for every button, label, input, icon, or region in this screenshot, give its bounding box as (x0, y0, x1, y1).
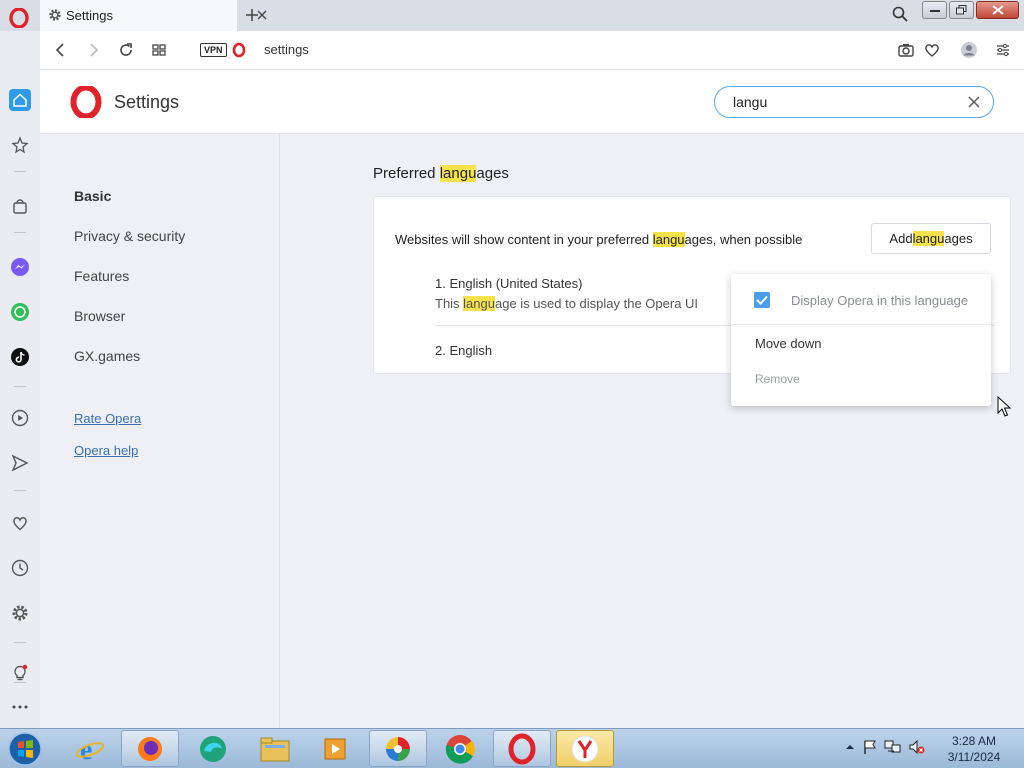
language-item-1-note: This language is used to display the Ope… (435, 296, 699, 311)
language-item-1: 1. English (United States) (435, 276, 583, 291)
taskbar-clock[interactable]: 3:28 AM 3/11/2024 (944, 733, 1004, 765)
internet-explorer-icon: e (75, 735, 105, 765)
show-hidden-icons-icon[interactable] (844, 741, 856, 753)
opera-menu-icon[interactable] (9, 8, 29, 28)
picasa-icon (386, 736, 410, 761)
player-icon[interactable] (9, 407, 31, 429)
action-center-flag-icon[interactable] (862, 739, 878, 755)
forward-icon[interactable] (84, 41, 102, 59)
yandex-icon (571, 735, 599, 762)
page-title: Settings (114, 92, 180, 112)
chrome-icon (445, 734, 475, 764)
maximize-button[interactable] (949, 1, 974, 19)
tab-settings[interactable]: Settings (40, 0, 267, 31)
tab-title: Settings (66, 8, 113, 23)
camera-icon[interactable] (897, 41, 915, 59)
volume-muted-icon[interactable] (908, 739, 926, 755)
checkmark-icon (756, 295, 768, 305)
start-button-icon[interactable] (6, 731, 44, 767)
svg-text:e: e (80, 735, 92, 765)
languages-description: Websites will show content in your prefe… (395, 232, 803, 247)
taskbar-internet-explorer[interactable]: e (61, 730, 119, 767)
display-language-checkbox[interactable] (754, 292, 770, 308)
opera-taskbar-icon (508, 733, 536, 764)
tab-strip: Settings (0, 0, 1024, 31)
settings-nav: Basic Privacy & security Features Browse… (40, 134, 280, 728)
tiktok-icon[interactable] (9, 346, 31, 368)
heart-icon[interactable] (923, 41, 941, 59)
taskbar-file-explorer[interactable] (246, 730, 304, 767)
close-window-button[interactable] (976, 1, 1019, 19)
bookmarks-icon[interactable] (9, 134, 31, 156)
nav-item-browser[interactable]: Browser (74, 308, 125, 324)
shopping-icon[interactable] (9, 195, 31, 217)
folder-icon (260, 737, 290, 761)
taskbar-firefox[interactable] (121, 730, 179, 767)
messenger-icon[interactable] (9, 256, 31, 278)
search-tabs-icon[interactable] (891, 5, 909, 23)
edge-icon (200, 735, 226, 762)
section-title: Preferred languages (373, 165, 509, 182)
search-input[interactable] (733, 93, 953, 111)
taskbar-media-player[interactable] (307, 730, 365, 767)
new-tab-icon[interactable] (243, 6, 261, 24)
nav-item-gx-games[interactable]: GX.games (74, 348, 140, 364)
add-languages-button[interactable]: Add langu ages (871, 223, 991, 254)
speed-dial-icon[interactable] (150, 41, 168, 59)
menu-item-display-in-language[interactable]: Display Opera in this language (791, 293, 968, 308)
nav-item-privacy-security[interactable]: Privacy & security (74, 228, 185, 244)
home-icon[interactable] (9, 89, 31, 111)
whatsapp-icon[interactable] (9, 301, 31, 323)
reload-icon[interactable] (117, 41, 135, 59)
minimize-icon (929, 10, 940, 12)
minimize-button[interactable] (922, 1, 947, 19)
lightbulb-icon[interactable] (9, 662, 31, 684)
language-item-2: 2. English (435, 343, 493, 358)
clear-search-icon[interactable] (967, 95, 981, 109)
browser-sidebar (0, 31, 40, 728)
nav-item-basic[interactable]: Basic (74, 188, 111, 204)
taskbar-opera[interactable] (493, 730, 551, 767)
settings-header: Settings (40, 70, 1024, 134)
clock-date: 3/11/2024 (947, 750, 1001, 764)
easy-setup-icon[interactable] (994, 41, 1012, 59)
taskbar-yandex[interactable] (556, 730, 614, 767)
settings-search-box (714, 86, 994, 118)
history-icon[interactable] (9, 557, 31, 579)
pinboard-heart-icon[interactable] (9, 512, 31, 534)
rate-opera-link[interactable]: Rate Opera (74, 411, 141, 426)
menu-item-move-down[interactable]: Move down (755, 336, 821, 351)
address-bar-row: VPN settings (40, 31, 1024, 70)
mouse-cursor-icon (997, 396, 1011, 417)
taskbar: e 3:28 AM 3/11/2024 (0, 728, 1024, 768)
more-icon[interactable] (9, 696, 31, 718)
system-tray (844, 739, 926, 755)
language-context-menu: Display Opera in this language Move down… (731, 274, 991, 406)
media-player-icon (324, 738, 346, 759)
restore-icon (956, 5, 967, 15)
settings-main: Preferred languages Websites will show c… (281, 134, 1024, 728)
network-icon[interactable] (884, 739, 902, 755)
profile-icon[interactable] (960, 41, 978, 59)
clock-time: 3:28 AM (951, 734, 997, 748)
close-window-icon (991, 5, 1004, 15)
window-controls (922, 1, 1019, 19)
opera-icon (232, 42, 246, 58)
opera-help-link[interactable]: Opera help (74, 443, 138, 458)
taskbar-picasa[interactable] (369, 730, 427, 767)
opera-logo (70, 86, 102, 118)
nav-item-features[interactable]: Features (74, 268, 129, 284)
address-url[interactable]: settings (264, 42, 309, 57)
back-icon[interactable] (52, 41, 70, 59)
gear-icon (49, 9, 61, 21)
menu-item-remove[interactable]: Remove (755, 372, 800, 386)
menu-divider (731, 324, 991, 325)
taskbar-edge[interactable] (184, 730, 242, 767)
send-icon[interactable] (9, 452, 31, 474)
vpn-badge[interactable]: VPN (200, 43, 227, 57)
settings-icon[interactable] (9, 602, 31, 624)
firefox-icon (138, 736, 162, 761)
taskbar-chrome[interactable] (431, 730, 489, 767)
